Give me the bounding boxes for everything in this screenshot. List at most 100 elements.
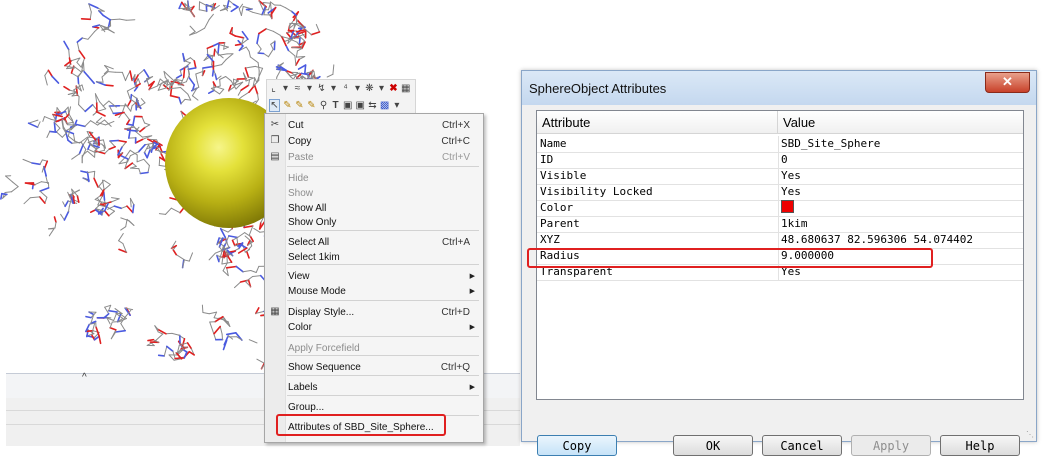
attribute-name: Visibility Locked xyxy=(540,184,774,200)
menu-item-view[interactable]: View▶ xyxy=(265,269,483,284)
column-divider xyxy=(778,216,779,232)
menu-item-label: Show Sequence xyxy=(288,360,361,375)
menu-item-display-style[interactable]: ▦ Display Style... Ctrl+D xyxy=(265,305,483,320)
dropdown-arrow-icon[interactable]: ▾ xyxy=(392,100,401,111)
attribute-row-parent[interactable]: Parent 1kim xyxy=(537,216,1023,233)
menu-item-show-all[interactable]: Show All xyxy=(265,201,483,216)
menu-item-label: Mouse Mode xyxy=(288,284,346,299)
submenu-arrow-icon: ▶ xyxy=(470,380,475,395)
column-divider xyxy=(778,152,779,168)
column-divider xyxy=(778,136,779,152)
column-header-value[interactable]: Value xyxy=(778,111,1023,134)
menu-separator xyxy=(287,355,479,356)
menu-item-apply-forcefield: Apply Forcefield xyxy=(265,341,483,356)
attribute-row-xyz[interactable]: XYZ 48.680637 82.596306 54.074402 xyxy=(537,232,1023,249)
menu-item-copy[interactable]: ❐CopyCtrl+C xyxy=(265,134,483,149)
attribute-value[interactable]: Yes xyxy=(781,184,801,200)
chain-tool-icon[interactable]: ≈ xyxy=(293,83,302,94)
attribute-name: Name xyxy=(540,136,774,152)
radius-highlight-box xyxy=(527,248,933,268)
grid-icon[interactable]: ▦ xyxy=(401,83,410,94)
column-divider xyxy=(778,168,779,184)
menu-item-select-1kim[interactable]: Select 1kim xyxy=(265,250,483,265)
menu-item-mouse-mode[interactable]: Mouse Mode ▶ xyxy=(265,284,483,299)
menu-separator xyxy=(287,300,479,301)
context-menu: ✂CutCtrl+X❐CopyCtrl+C▤PasteCtrl+VHideSho… xyxy=(264,113,484,443)
text-tool-icon[interactable]: T xyxy=(331,100,340,111)
text-frame-icon[interactable]: ▣ xyxy=(355,100,364,111)
dropdown-arrow-icon[interactable]: ▾ xyxy=(353,83,362,94)
close-button[interactable]: ✕ xyxy=(985,72,1030,93)
attribute-row-name[interactable]: Name SBD_Site_Sphere xyxy=(537,136,1023,153)
dialog-titlebar[interactable]: SphereObject Attributes ✕ xyxy=(522,71,1036,105)
menu-item-labels[interactable]: Labels▶ xyxy=(265,380,483,395)
column-divider xyxy=(778,200,779,216)
dropdown-arrow-icon[interactable]: ▾ xyxy=(305,83,314,94)
submenu-arrow-icon: ▶ xyxy=(470,284,475,299)
dialog-body: Attribute Value NameSBD_Site_SphereID0Vi… xyxy=(531,105,1026,432)
color-swatch[interactable] xyxy=(781,200,794,213)
column-divider xyxy=(778,232,779,248)
menu-item-label: View xyxy=(288,269,310,284)
menu-item-label: Paste xyxy=(288,150,314,165)
text-box-icon[interactable]: ▣ xyxy=(343,100,352,111)
attribute-value[interactable]: SBD_Site_Sphere xyxy=(781,136,880,152)
attribute-value[interactable]: Yes xyxy=(781,168,801,184)
menu-item-shortcut: Ctrl+V xyxy=(442,150,470,165)
menu-item-cut[interactable]: ✂CutCtrl+X xyxy=(265,118,483,133)
menu-separator xyxy=(287,230,479,231)
attribute-name: XYZ xyxy=(540,232,774,248)
attribute-value[interactable]: 0 xyxy=(781,152,788,168)
attribute-name: Parent xyxy=(540,216,774,232)
menu-item-label: Color xyxy=(288,320,312,335)
attribute-row-visible[interactable]: VisibleYes xyxy=(537,168,1023,185)
menu-item-color[interactable]: Color▶ xyxy=(265,320,483,335)
resize-grip-icon[interactable]: ⋱ xyxy=(1026,430,1034,439)
menu-item-show-sequence[interactable]: Show SequenceCtrl+Q xyxy=(265,360,483,375)
menu-item-label: Copy xyxy=(288,134,311,149)
menu-item-shortcut: Ctrl+X xyxy=(442,118,470,133)
menu-item-show-only[interactable]: Show Only xyxy=(265,215,483,230)
dropper-icon[interactable]: ⚲ xyxy=(319,100,328,111)
select-arrow-icon[interactable]: ↖ xyxy=(269,99,280,112)
menu-item-label: Show All xyxy=(288,201,326,216)
bond-tool-icon[interactable]: ⌞ xyxy=(269,83,278,94)
atom-label-icon[interactable]: ⁴ xyxy=(341,83,350,94)
dropdown-arrow-icon[interactable]: ▾ xyxy=(281,83,290,94)
ruler-icon[interactable]: ⇆ xyxy=(368,100,377,111)
menu-item-group[interactable]: Group... xyxy=(265,400,483,415)
menu-item-label: Hide xyxy=(288,171,309,186)
attribute-name: ID xyxy=(540,152,774,168)
ring-tool-icon[interactable]: ❋ xyxy=(365,83,374,94)
menu-item-label: Group... xyxy=(288,400,324,415)
menu-item-label: Apply Forcefield xyxy=(288,341,360,356)
menu-separator xyxy=(287,395,479,396)
histogram-icon[interactable]: ▩ xyxy=(380,100,389,111)
menu-item-shortcut: Ctrl+D xyxy=(441,305,470,320)
pencil-icon[interactable]: ✎ xyxy=(283,100,292,111)
menu-item-hide: Hide xyxy=(265,171,483,186)
attribute-row-visibility-locked[interactable]: Visibility Locked Yes xyxy=(537,184,1023,201)
fragment-tool-icon[interactable]: ↯ xyxy=(317,83,326,94)
display-style-icon: ▦ xyxy=(269,306,281,318)
menu-item-label: Display Style... xyxy=(288,305,354,320)
brush-icon[interactable]: ✎ xyxy=(295,100,304,111)
menu-item-shortcut: Ctrl+C xyxy=(441,134,470,149)
attribute-row-color[interactable]: Color xyxy=(537,200,1023,217)
dropdown-arrow-icon[interactable]: ▾ xyxy=(329,83,338,94)
menu-item-label: Show Only xyxy=(288,215,336,230)
attribute-row-id[interactable]: ID 0 xyxy=(537,152,1023,169)
eraser-icon[interactable]: ✎ xyxy=(307,100,316,111)
attribute-value[interactable] xyxy=(781,200,794,216)
attribute-name: Color xyxy=(540,200,774,216)
menu-item-select-all[interactable]: Select AllCtrl+A xyxy=(265,235,483,250)
menu-item-paste: ▤ Paste Ctrl+V xyxy=(265,150,483,165)
paste-icon: ▤ xyxy=(269,151,281,163)
delete-icon[interactable]: ✖ xyxy=(389,83,398,94)
dropdown-arrow-icon[interactable]: ▾ xyxy=(377,83,386,94)
attribute-value[interactable]: 1kim xyxy=(781,216,808,232)
column-header-attribute[interactable]: Attribute xyxy=(537,111,778,134)
attribute-value[interactable]: 48.680637 82.596306 54.074402 xyxy=(781,232,973,248)
collapse-chevron-icon[interactable]: ^ xyxy=(82,372,87,383)
menu-highlight-box xyxy=(276,414,446,436)
